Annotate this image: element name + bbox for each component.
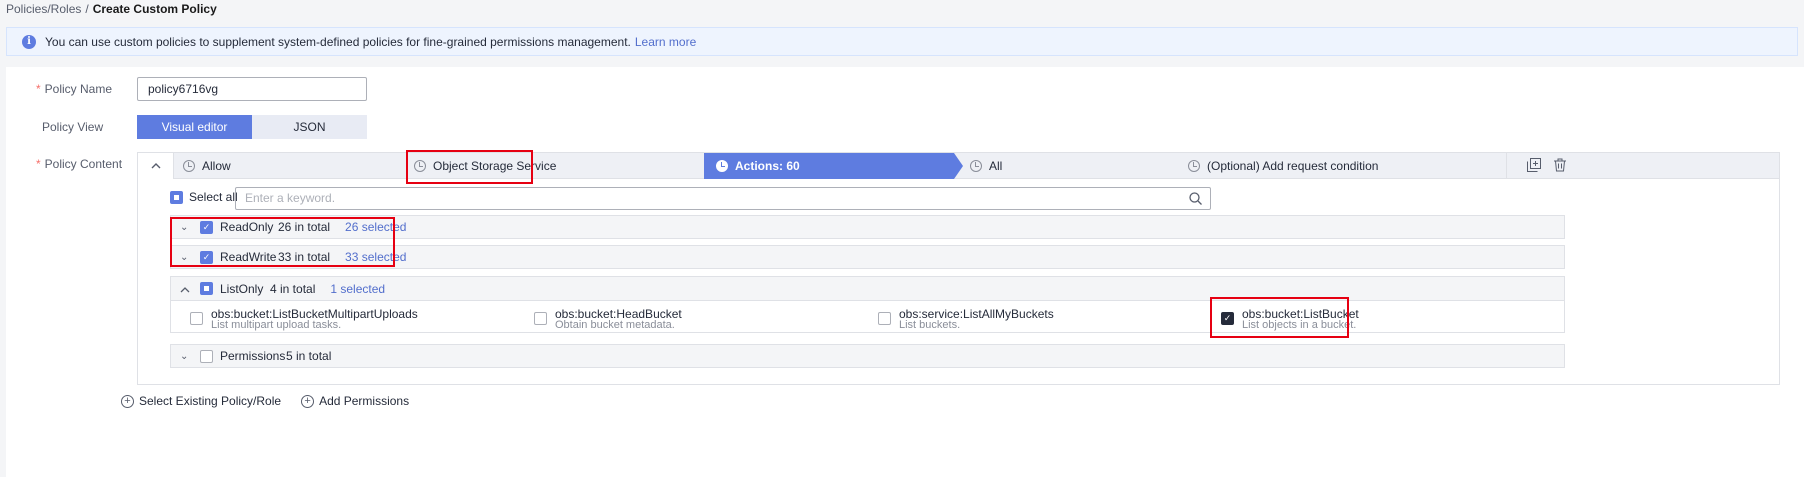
policy-form-panel: * Policy Name policy6716vg Policy View Vi… xyxy=(6,67,1804,477)
step-arrow xyxy=(954,153,963,179)
policy-view-label: Policy View xyxy=(42,120,104,134)
action-list-multipart-uploads[interactable]: obs:bucket:ListBucketMultipartUploads Lis… xyxy=(190,308,418,331)
info-icon: i xyxy=(22,34,36,49)
clock-icon xyxy=(183,160,195,172)
breadcrumb-separator: / xyxy=(85,2,89,16)
group-total: 4 in total xyxy=(270,281,316,296)
chevron-up-icon xyxy=(151,163,160,169)
info-banner: i You can use custom policies to supplem… xyxy=(6,27,1798,56)
select-all-checkbox[interactable]: Select all xyxy=(170,190,238,204)
chevron-down-icon[interactable]: ⌄ xyxy=(180,351,192,362)
policy-content-editor: Allow Object Storage Service Actions: 60… xyxy=(137,150,1780,385)
action-checkbox[interactable] xyxy=(878,312,891,325)
step-condition[interactable]: (Optional) Add request condition xyxy=(1188,153,1518,179)
policy-name-input[interactable]: policy6716vg xyxy=(137,77,367,101)
breadcrumb: Policies/Roles / Create Custom Policy xyxy=(6,2,217,16)
listonly-checkbox[interactable] xyxy=(200,282,213,295)
learn-more-link[interactable]: Learn more xyxy=(635,35,696,49)
group-name: ListOnly xyxy=(220,281,264,296)
select-existing-policy-link[interactable]: + Select Existing Policy/Role xyxy=(121,394,281,408)
step-resources[interactable]: All xyxy=(970,153,1180,179)
step-actions[interactable]: Actions: 60 xyxy=(704,153,954,179)
statement-step-bar: Allow Object Storage Service Actions: 60… xyxy=(138,153,1779,179)
visual-editor-button[interactable]: Visual editor xyxy=(137,115,252,139)
clock-icon xyxy=(970,160,982,172)
group-total: 5 in total xyxy=(286,349,332,363)
copy-icon[interactable] xyxy=(1526,158,1542,174)
plus-circle-icon: + xyxy=(121,394,134,408)
collapse-statement-button[interactable] xyxy=(138,153,174,179)
group-permissions[interactable]: ⌄ Permissions 5 in total xyxy=(170,344,1565,368)
info-text: You can use custom policies to supplemen… xyxy=(45,34,631,49)
group-selected: 1 selected xyxy=(330,281,386,296)
bottom-actions: + Select Existing Policy/Role + Add Permis… xyxy=(121,394,409,408)
search-icon xyxy=(1189,192,1202,205)
page-title: Create Custom Policy xyxy=(92,2,217,16)
json-button[interactable]: JSON xyxy=(252,115,367,139)
add-permissions-link[interactable]: + Add Permissions xyxy=(301,394,409,408)
group-listonly: ListOnly 4 in total 1 selected obs:bucke… xyxy=(170,276,1565,333)
policy-content-label: * Policy Content xyxy=(36,157,123,171)
action-checkbox[interactable] xyxy=(534,312,547,325)
permissions-checkbox[interactable] xyxy=(200,349,213,363)
delete-icon[interactable] xyxy=(1552,158,1568,174)
chevron-up-icon[interactable] xyxy=(180,282,192,296)
listonly-header[interactable]: ListOnly 4 in total 1 selected xyxy=(171,277,1564,301)
divider xyxy=(1506,153,1507,179)
action-checkbox[interactable] xyxy=(190,312,203,325)
highlight-groups xyxy=(170,217,395,267)
action-head-bucket[interactable]: obs:bucket:HeadBucket Obtain bucket metad… xyxy=(534,308,682,331)
policy-name-label: * Policy Name xyxy=(36,82,113,96)
policy-view-toggle: Visual editor JSON xyxy=(137,115,367,139)
checkbox-partial[interactable] xyxy=(170,190,183,204)
plus-circle-icon: + xyxy=(301,394,315,408)
action-search-input[interactable]: Enter a keyword. xyxy=(235,187,1211,210)
clock-icon xyxy=(1188,160,1200,172)
highlight-service xyxy=(406,150,533,184)
highlight-listbucket xyxy=(1210,297,1349,338)
step-effect[interactable]: Allow xyxy=(183,153,411,179)
group-name: Permissions xyxy=(220,349,286,363)
clock-icon xyxy=(716,160,728,172)
action-list-all-my-buckets[interactable]: obs:service:ListAllMyBuckets List buckets… xyxy=(878,308,1054,331)
breadcrumb-parent-link[interactable]: Policies/Roles xyxy=(6,2,81,16)
